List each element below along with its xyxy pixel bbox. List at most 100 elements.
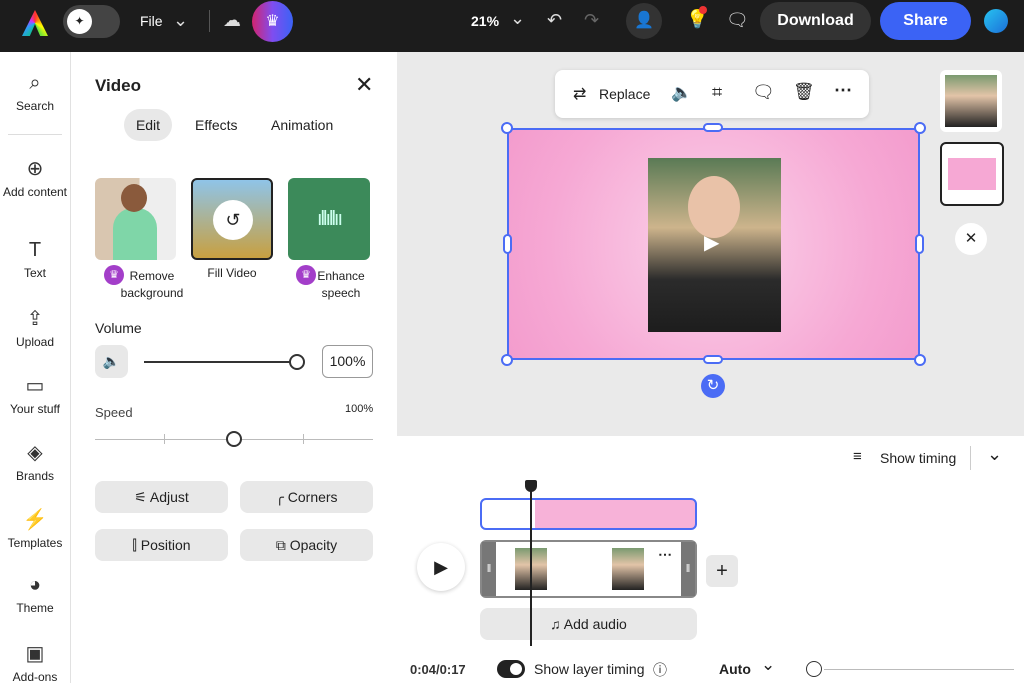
- fill-video-thumb[interactable]: ↺: [191, 178, 273, 260]
- cloud-icon[interactable]: ☁: [223, 10, 241, 31]
- file-menu[interactable]: File: [140, 13, 163, 29]
- rail-search[interactable]: ⌕ Search: [0, 72, 70, 113]
- divider: [8, 134, 62, 135]
- tab-animation[interactable]: Animation: [271, 117, 333, 133]
- more-icon[interactable]: ⋯: [834, 80, 852, 101]
- add-audio-button[interactable]: ♫ Add audio: [480, 608, 697, 640]
- show-timing-button[interactable]: Show timing: [880, 450, 956, 466]
- trim-handle-right[interactable]: ‖: [681, 542, 695, 596]
- resize-handle[interactable]: [501, 122, 513, 134]
- align-icon: ⫿: [132, 537, 141, 553]
- close-icon[interactable]: ✕: [355, 72, 373, 98]
- volume-label: Volume: [95, 320, 142, 336]
- play-icon[interactable]: ▶: [704, 230, 719, 255]
- resize-handle[interactable]: [703, 123, 723, 132]
- adobe-express-logo[interactable]: [22, 10, 48, 36]
- tick: [303, 434, 304, 444]
- adjust-button[interactable]: ⚟ Adjust: [95, 481, 228, 513]
- rail-templates[interactable]: ⚡ Templates: [0, 507, 70, 550]
- playhead-handle[interactable]: [525, 480, 537, 492]
- opacity-button[interactable]: ⧉ Opacity: [240, 529, 373, 561]
- page-thumbnail-2[interactable]: [940, 142, 1004, 206]
- corners-label: Corners: [287, 489, 338, 505]
- timeline-zoom-slider[interactable]: [824, 669, 1014, 670]
- rail-upload[interactable]: ⇪ Upload: [0, 306, 70, 349]
- resize-handle[interactable]: [914, 354, 926, 366]
- volume-input[interactable]: 100%: [322, 345, 373, 378]
- rail-theme[interactable]: ◕ Theme: [0, 574, 70, 615]
- position-button[interactable]: ⫿ Position: [95, 529, 228, 561]
- rail-add-ons[interactable]: ▣ Add-ons: [0, 641, 70, 684]
- timeline-zoom-handle[interactable]: [806, 661, 822, 677]
- plus-circle-icon: ⊕: [26, 158, 44, 180]
- clip-frame: [612, 548, 644, 590]
- background-video-track[interactable]: [480, 498, 697, 530]
- add-ons-icon: ▣: [25, 643, 45, 665]
- rail-your-stuff[interactable]: ▭ Your stuff: [0, 373, 70, 416]
- replace-icon[interactable]: ⇄: [573, 84, 586, 104]
- resize-handle[interactable]: [703, 355, 723, 364]
- comment-icon[interactable]: 🗨: [726, 10, 749, 31]
- crop-icon[interactable]: ⌗: [712, 82, 722, 103]
- upload-icon: ⇪: [26, 308, 44, 330]
- tick: [164, 434, 165, 444]
- text-icon: T: [28, 239, 42, 261]
- resize-handle[interactable]: [501, 354, 513, 366]
- add-track-button[interactable]: +: [706, 555, 738, 587]
- enhance-speech-thumb[interactable]: ıllıllıı: [288, 178, 370, 260]
- volume-slider-handle[interactable]: [289, 354, 305, 370]
- download-button[interactable]: Download: [760, 2, 871, 40]
- selected-video-layer[interactable]: ▶: [507, 128, 920, 360]
- close-icon[interactable]: ✕: [955, 223, 987, 255]
- timing-icon[interactable]: ≡: [853, 448, 862, 465]
- palette-icon: ◕: [28, 574, 42, 596]
- more-icon[interactable]: ⋯: [658, 546, 672, 563]
- music-plus-icon: ♫: [550, 616, 564, 632]
- top-bar: ✦ File ⌄ ☁ ♛ 21% ⌄ ↶ ↷ 👤 💡 🗨 Download Sh…: [0, 0, 1024, 52]
- divider: [209, 10, 210, 32]
- chevron-down-icon[interactable]: ⌄: [761, 655, 775, 675]
- rail-add-content[interactable]: ⊕ Add content: [0, 156, 70, 199]
- chevron-down-icon[interactable]: ⌄: [173, 10, 188, 31]
- volume-icon[interactable]: 🔈: [671, 83, 692, 103]
- replace-button[interactable]: Replace: [599, 86, 650, 102]
- zoom-level[interactable]: 21%: [471, 13, 499, 29]
- tab-edit[interactable]: Edit: [124, 109, 172, 141]
- user-avatar[interactable]: [984, 9, 1008, 33]
- speaker-icon[interactable]: 🔈: [95, 345, 128, 378]
- rail-label: Your stuff: [9, 402, 61, 416]
- speed-slider-handle[interactable]: [226, 431, 242, 447]
- resize-handle[interactable]: [914, 122, 926, 134]
- share-button[interactable]: Share: [880, 2, 971, 40]
- trim-handle-left[interactable]: ‖: [482, 542, 496, 596]
- playhead[interactable]: [530, 486, 532, 646]
- ai-toggle[interactable]: ✦: [63, 5, 120, 38]
- page-thumbnail-1[interactable]: [940, 70, 1002, 132]
- rotate-icon[interactable]: ↻: [701, 374, 725, 398]
- zoom-chevron-icon[interactable]: ⌄: [510, 8, 525, 29]
- corners-button[interactable]: ╭ Corners: [240, 481, 373, 513]
- search-icon: ⌕: [29, 72, 41, 94]
- templates-icon: ⚡: [22, 509, 48, 531]
- layer-timing-toggle[interactable]: [497, 660, 525, 678]
- premium-crown-button[interactable]: ♛: [252, 1, 293, 42]
- undo-icon[interactable]: ↶: [547, 10, 562, 31]
- trash-icon[interactable]: 🗑: [793, 82, 815, 102]
- remove-background-thumb[interactable]: [95, 178, 176, 260]
- tab-effects[interactable]: Effects: [195, 117, 238, 133]
- brands-icon: ◈: [27, 442, 43, 464]
- resize-handle[interactable]: [503, 234, 512, 254]
- chevron-down-icon[interactable]: ⌄: [987, 444, 1002, 465]
- comment-icon[interactable]: 🗨: [752, 82, 775, 103]
- video-clip-track[interactable]: ‖ ⋯ ‖: [480, 540, 697, 598]
- info-icon[interactable]: ⓘ: [653, 660, 667, 680]
- redo-icon[interactable]: ↷: [584, 10, 599, 31]
- invite-icon[interactable]: 👤: [626, 3, 662, 39]
- auto-dropdown[interactable]: Auto: [719, 661, 751, 677]
- play-button[interactable]: ▶: [417, 543, 465, 591]
- resize-handle[interactable]: [915, 234, 924, 254]
- rail-text[interactable]: T Text: [0, 239, 70, 280]
- volume-slider-track[interactable]: [144, 361, 297, 363]
- layer-timing-label: Show layer timing: [534, 661, 645, 677]
- rail-brands[interactable]: ◈ Brands: [0, 440, 70, 483]
